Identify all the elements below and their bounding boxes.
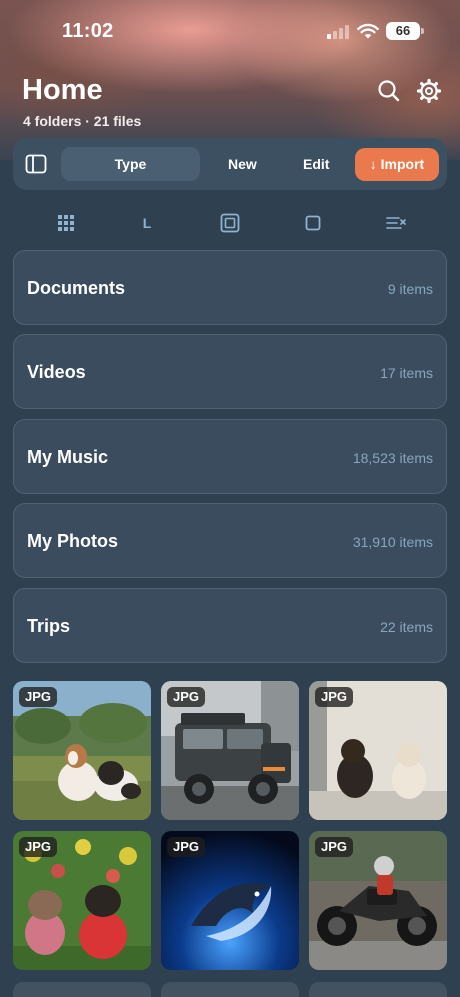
folder-item-count: 9 items: [387, 281, 433, 297]
file-thumbnail[interactable]: JPG: [309, 681, 447, 820]
folder-name: My Music: [27, 447, 109, 467]
sort-clear-icon[interactable]: [385, 212, 407, 234]
folder-row[interactable]: Trips 22 items: [13, 588, 447, 663]
status-bar: 11:02 66: [0, 0, 460, 60]
large-size-option[interactable]: L: [136, 212, 158, 234]
file-thumbnail[interactable]: JPG: [161, 831, 299, 970]
page-title: Home: [22, 74, 103, 106]
gear-icon[interactable]: [416, 78, 442, 104]
folder-item-count: 31,910 items: [352, 534, 433, 550]
battery-indicator: 66: [386, 22, 424, 40]
folder-name: My Photos: [27, 531, 119, 551]
sidebar-toggle-icon[interactable]: [25, 153, 47, 175]
folder-row[interactable]: Videos 17 items: [13, 334, 447, 409]
folder-name: Trips: [27, 616, 71, 636]
medium-tile-view-icon[interactable]: [219, 212, 241, 234]
folder-item-count: 18,523 items: [352, 450, 433, 466]
file-type-badge: JPG: [315, 687, 354, 707]
type-filter-button[interactable]: Type: [61, 147, 200, 181]
file-thumbnail-partial: [309, 982, 447, 997]
import-button[interactable]: ↓ Import: [355, 148, 439, 181]
toolbar: Type New Edit ↓ Import: [13, 138, 447, 190]
file-thumbnail[interactable]: JPG: [13, 831, 151, 970]
status-time: 11:02: [62, 20, 114, 42]
file-thumbnail[interactable]: JPG: [13, 681, 151, 820]
folder-item-count: 22 items: [380, 619, 433, 635]
file-type-badge: JPG: [19, 837, 58, 857]
page-subtitle: 4 folders · 21 files: [23, 113, 142, 129]
folder-item-count: 17 items: [380, 365, 433, 381]
file-thumbnail-partial: [13, 982, 151, 997]
search-icon[interactable]: [376, 78, 402, 104]
folder-row[interactable]: My Photos 31,910 items: [13, 503, 447, 578]
file-type-badge: JPG: [167, 837, 206, 857]
file-thumbnail-partial: [161, 982, 299, 997]
new-button[interactable]: New: [228, 156, 257, 172]
file-type-badge: JPG: [315, 837, 354, 857]
folder-row[interactable]: Documents 9 items: [13, 250, 447, 325]
cellular-signal-icon: [327, 25, 351, 39]
file-type-badge: JPG: [167, 687, 206, 707]
folder-row[interactable]: My Music 18,523 items: [13, 419, 447, 494]
file-type-badge: JPG: [19, 687, 58, 707]
file-thumbnail[interactable]: JPG: [161, 681, 299, 820]
wifi-icon: [357, 23, 379, 39]
folder-name: Documents: [27, 278, 126, 298]
edit-button[interactable]: Edit: [303, 156, 329, 172]
single-tile-view-icon[interactable]: [302, 212, 324, 234]
file-thumbnail[interactable]: JPG: [309, 831, 447, 970]
folder-name: Videos: [27, 362, 86, 382]
grid-view-icon[interactable]: [55, 212, 77, 234]
view-options-bar: L: [0, 208, 460, 238]
